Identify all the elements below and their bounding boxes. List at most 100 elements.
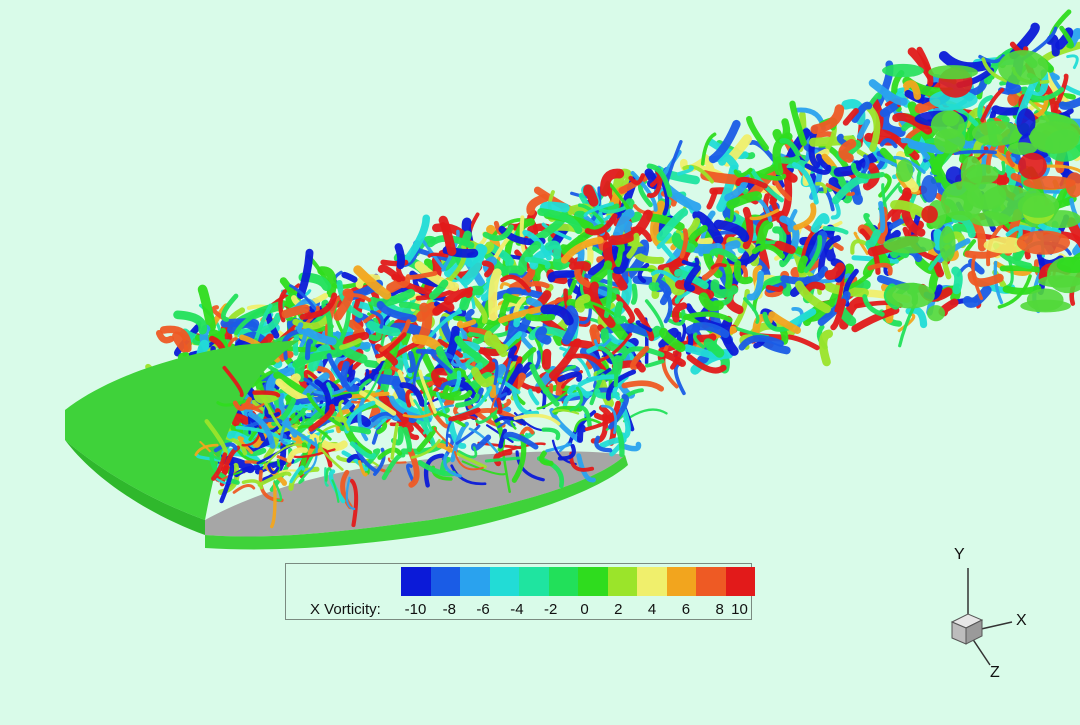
legend-tick: 8 xyxy=(716,601,724,618)
vortex-structure xyxy=(159,333,171,340)
color-bar-cell xyxy=(578,567,608,596)
vortex-structure xyxy=(779,245,792,250)
vortex-structure xyxy=(921,206,938,224)
z-axis-label: Z xyxy=(990,664,1000,682)
vortex-structure xyxy=(647,361,663,365)
vortex-structure xyxy=(410,354,413,371)
legend-title: X Vorticity: xyxy=(310,601,381,618)
vortex-structure xyxy=(1050,38,1056,52)
color-bar-cell xyxy=(490,567,520,596)
vortex-structure xyxy=(967,182,1007,210)
vortex-structure xyxy=(942,111,960,127)
legend-tick: -2 xyxy=(544,601,557,618)
legend-tick: 4 xyxy=(648,601,656,618)
vortex-structure xyxy=(829,267,840,275)
vortex-structure xyxy=(634,286,636,302)
color-bar-cell xyxy=(431,567,461,596)
x-axis-label: X xyxy=(1016,612,1027,630)
vortex-structure xyxy=(789,337,817,348)
vortex-structure xyxy=(246,462,258,463)
vortex-structure xyxy=(896,159,913,182)
vortex-structure xyxy=(624,383,661,389)
color-bar-cell xyxy=(726,567,756,596)
vortex-structure xyxy=(881,204,883,231)
color-bar-cell xyxy=(460,567,490,596)
vortex-structure xyxy=(883,236,935,253)
axis-triad: Y X Z xyxy=(930,540,1080,720)
vortex-structure xyxy=(237,467,258,474)
vortex-structure xyxy=(709,192,715,207)
color-bar-cell xyxy=(696,567,726,596)
vortex-structure xyxy=(939,226,955,262)
vortex-structure xyxy=(1006,288,1038,291)
vortex-structure xyxy=(882,64,924,77)
vortex-structure xyxy=(547,444,571,451)
vortex-structure xyxy=(921,175,937,203)
vortex-structure xyxy=(768,287,781,289)
legend-tick: 2 xyxy=(614,601,622,618)
color-legend: X Vorticity: -10 -8 -6 -4 -2 0 2 4 6 8 1… xyxy=(285,563,752,620)
vortex-structure xyxy=(927,305,945,321)
vortex-structure xyxy=(552,411,578,440)
vortex-structure xyxy=(530,391,537,404)
color-bar-cell xyxy=(401,567,431,596)
vortex-structure xyxy=(1018,193,1059,218)
vortex-structure xyxy=(676,364,684,394)
color-bar-cell xyxy=(519,567,549,596)
vortex-structure xyxy=(540,331,547,340)
vortex-structure xyxy=(543,392,545,408)
vortex-structure xyxy=(1017,231,1070,255)
vortex-structure xyxy=(998,50,1048,85)
vortex-structure xyxy=(996,109,1020,111)
vortex-structure xyxy=(886,283,935,309)
vortex-structure xyxy=(546,353,547,365)
vortex-structure xyxy=(439,445,450,450)
vortex-structure xyxy=(1008,262,1013,287)
vortex-structure xyxy=(1003,268,1042,271)
legend-tick: -4 xyxy=(510,601,523,618)
legend-tick: 0 xyxy=(580,601,588,618)
color-bar-cell xyxy=(667,567,697,596)
legend-tick: -6 xyxy=(476,601,489,618)
vortex-structure xyxy=(972,121,1022,146)
vortex-structure xyxy=(1020,300,1071,313)
vortex-structure xyxy=(928,65,978,79)
legend-tick: 6 xyxy=(682,601,690,618)
axis-triad-lines xyxy=(930,540,1080,720)
vortex-structure xyxy=(796,205,814,227)
vortex-structure xyxy=(823,334,829,362)
legend-tick: -8 xyxy=(443,601,456,618)
y-axis-label: Y xyxy=(954,546,965,564)
vortex-structure xyxy=(956,271,959,290)
vortex-structure xyxy=(573,265,587,268)
vortex-structure xyxy=(1018,153,1047,180)
vortex-structure xyxy=(580,427,583,440)
vortex-structure xyxy=(391,281,405,288)
vortex-structure xyxy=(802,259,805,269)
vortex-structure xyxy=(234,486,254,493)
color-bar-cell xyxy=(549,567,579,596)
vortex-structure xyxy=(295,338,296,354)
vortex-structure xyxy=(528,317,552,318)
vortex-structure xyxy=(938,233,939,246)
vortex-structure xyxy=(1066,87,1080,94)
vortex-structure xyxy=(1068,56,1078,68)
vortex-structure xyxy=(544,430,559,438)
color-bar xyxy=(401,567,755,596)
vortex-structure xyxy=(459,322,473,326)
legend-tick: 10 xyxy=(731,601,748,618)
vortex-structure xyxy=(970,212,1011,227)
legend-tick: -10 xyxy=(405,601,427,618)
vortex-structure xyxy=(493,273,498,317)
vortex-structure xyxy=(235,417,246,422)
vortex-structure xyxy=(588,189,594,202)
vortex-structure xyxy=(399,247,402,265)
vortex-structure xyxy=(1030,121,1080,153)
vortex-structure xyxy=(405,430,409,450)
vortex-structure xyxy=(429,254,446,256)
vortex-structure xyxy=(345,275,355,280)
vortex-structure xyxy=(498,400,500,412)
vortex-structure xyxy=(955,152,995,154)
vortex-structure xyxy=(544,206,565,208)
vortex-structure xyxy=(437,305,451,311)
